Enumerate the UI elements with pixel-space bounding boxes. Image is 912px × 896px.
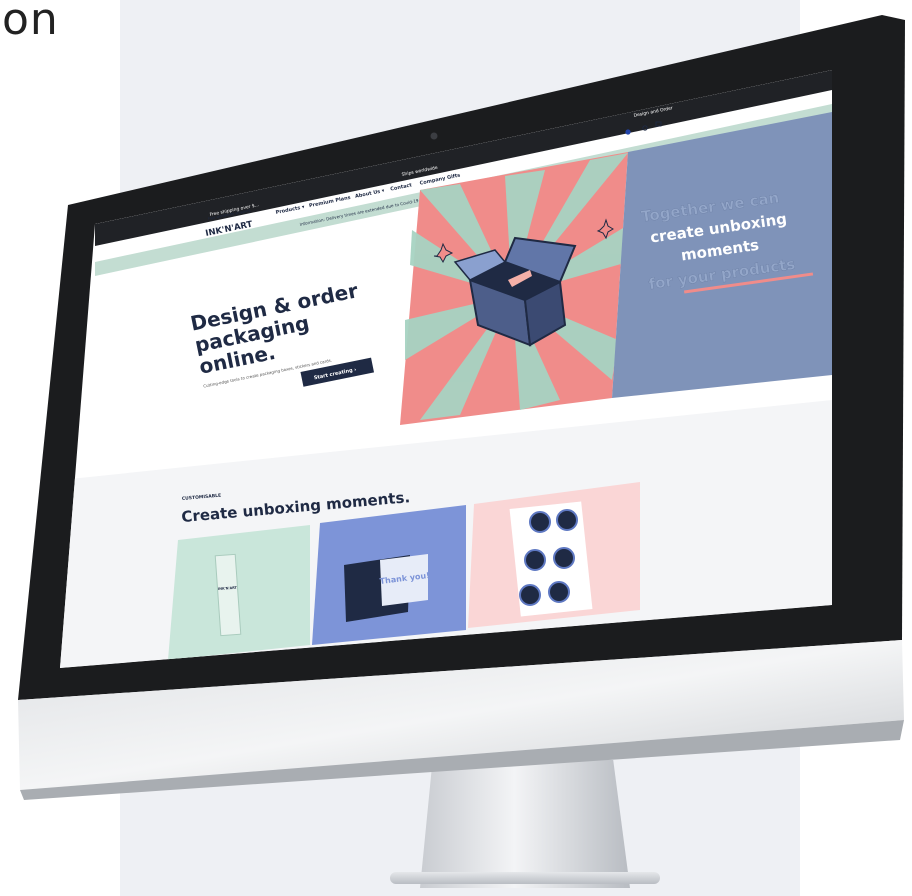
sticker-icon <box>548 581 570 603</box>
camera-icon <box>430 132 438 140</box>
monitor: Free shipping over $... Ships worldwide … <box>18 15 905 800</box>
sticker-icon <box>556 509 578 531</box>
sticker-icon <box>529 511 551 533</box>
sticker-icon <box>519 584 541 606</box>
language-flag-icon[interactable] <box>625 129 631 135</box>
sticker-icon <box>553 547 575 569</box>
hero-illustration <box>400 152 628 425</box>
sticker-icon <box>524 549 546 571</box>
product-card-boxes[interactable] <box>168 525 310 660</box>
website-screen: Free shipping over $... Ships worldwide … <box>60 70 832 668</box>
